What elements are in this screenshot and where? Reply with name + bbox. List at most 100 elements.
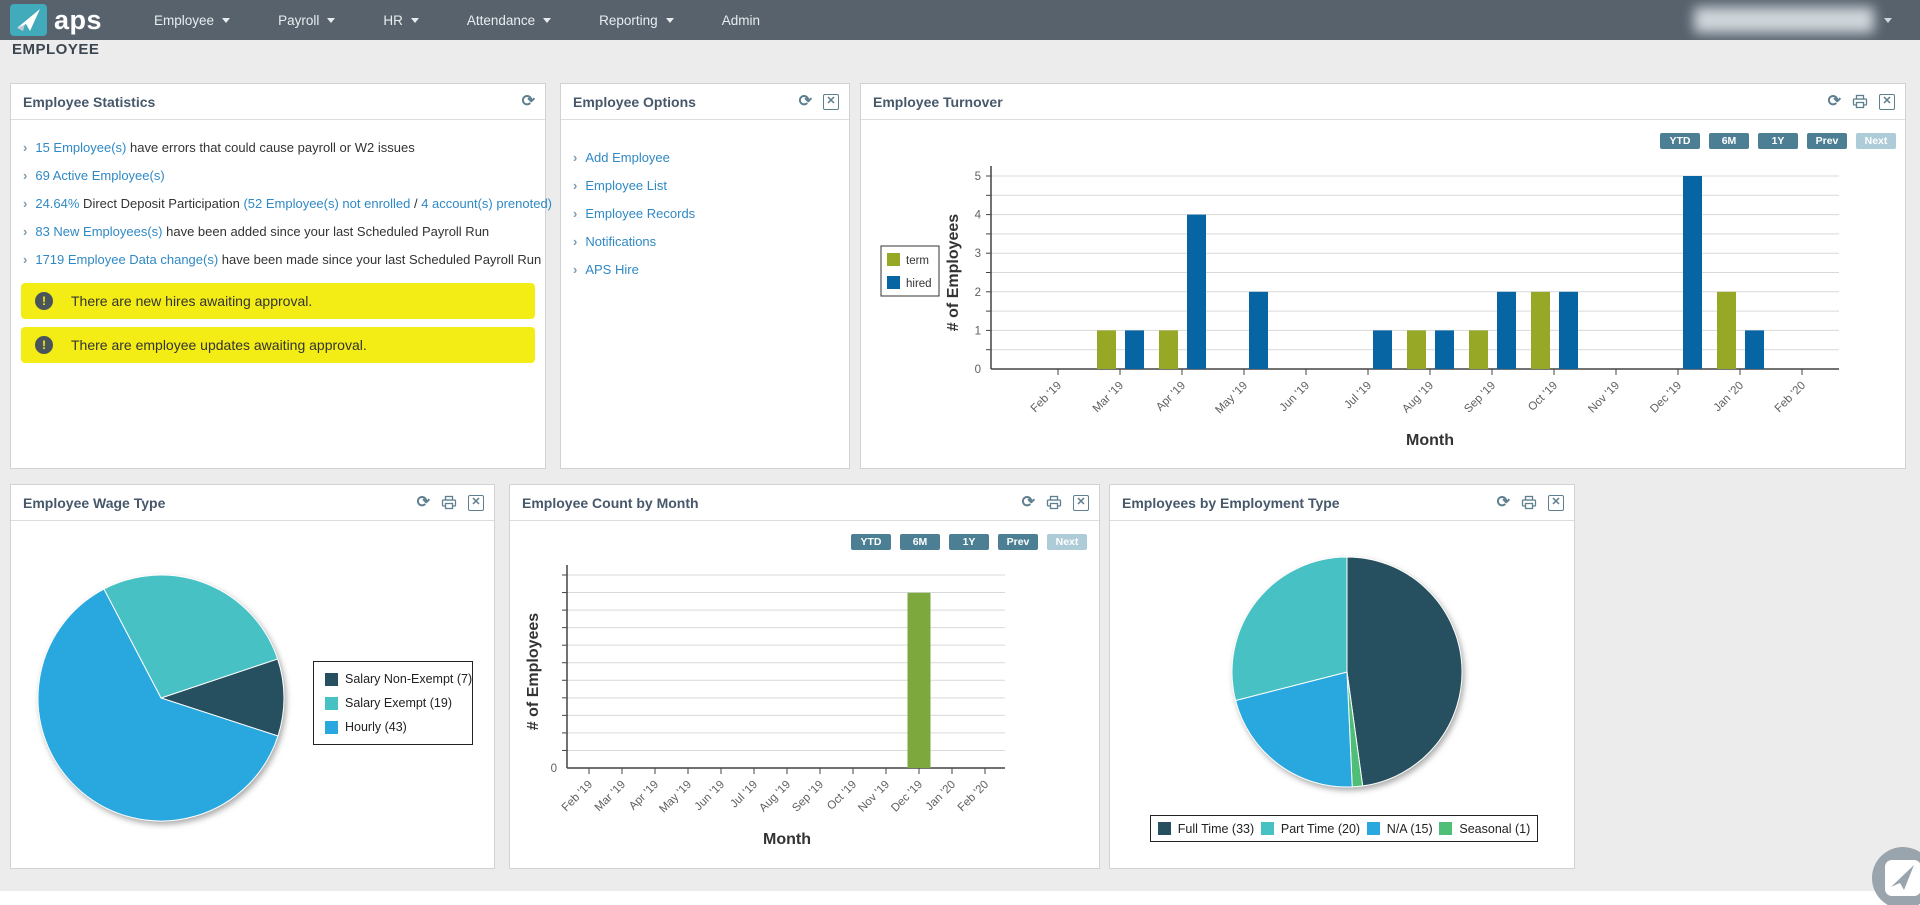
svg-text:0: 0 bbox=[551, 763, 557, 775]
svg-text:Month: Month bbox=[1406, 432, 1454, 449]
chevron-right-icon: › bbox=[23, 168, 27, 183]
stat-link[interactable]: 83 New Employees(s) bbox=[35, 224, 162, 239]
legend-item[interactable]: N/A (15) bbox=[1367, 822, 1433, 836]
nav-item-attendance[interactable]: Attendance bbox=[443, 0, 575, 40]
option-link[interactable]: APS Hire bbox=[585, 262, 638, 277]
print-icon[interactable] bbox=[441, 495, 457, 510]
svg-text:Aug '19: Aug '19 bbox=[757, 779, 793, 815]
nav-menu: Employee Payroll HR Attendance Reporting… bbox=[130, 0, 784, 40]
stat-link[interactable]: 24.64% bbox=[35, 196, 79, 211]
print-icon[interactable] bbox=[1521, 495, 1537, 510]
bar-term bbox=[1407, 330, 1426, 369]
print-icon[interactable] bbox=[1046, 495, 1062, 510]
legend-item[interactable]: Salary Non-Exempt (7) bbox=[325, 672, 461, 686]
option-item: › Notifications bbox=[561, 228, 849, 256]
aps-floating-logo[interactable] bbox=[1870, 845, 1920, 905]
employment-type-legend: Full Time (33) Part Time (20) N/A (15) Seas… bbox=[1150, 815, 1538, 842]
option-link[interactable]: Employee List bbox=[585, 178, 667, 193]
legend-label: N/A (15) bbox=[1387, 822, 1433, 836]
nav-item-payroll[interactable]: Payroll bbox=[254, 0, 359, 40]
close-icon[interactable]: ✕ bbox=[1879, 94, 1895, 110]
bar-term bbox=[1097, 330, 1116, 369]
svg-text:1: 1 bbox=[975, 325, 981, 337]
stat-link[interactable]: 15 Employee(s) bbox=[35, 140, 126, 155]
option-link[interactable]: Notifications bbox=[585, 234, 656, 249]
svg-text:Feb '20: Feb '20 bbox=[1773, 380, 1808, 415]
brand-text: aps bbox=[54, 0, 102, 40]
svg-text:Jun '19: Jun '19 bbox=[1278, 380, 1312, 414]
refresh-icon[interactable]: ⟳ bbox=[417, 495, 430, 511]
svg-text:Dec '19: Dec '19 bbox=[889, 779, 925, 815]
legend-swatch[interactable] bbox=[887, 253, 900, 266]
svg-text:# of Employees: # of Employees bbox=[945, 214, 962, 331]
stat-link[interactable]: 1719 Employee Data change(s) bbox=[35, 252, 218, 267]
legend-label: Salary Exempt (19) bbox=[345, 696, 452, 710]
aps-logo-icon bbox=[10, 4, 47, 36]
nav-item-employee[interactable]: Employee bbox=[130, 0, 254, 40]
legend-item[interactable]: hired bbox=[906, 278, 932, 290]
pie-slice[interactable] bbox=[1347, 557, 1462, 786]
refresh-icon[interactable]: ⟳ bbox=[1022, 495, 1035, 511]
refresh-icon[interactable]: ⟳ bbox=[1828, 94, 1841, 110]
nav-item-reporting[interactable]: Reporting bbox=[575, 0, 698, 40]
legend-swatch[interactable] bbox=[887, 276, 900, 289]
chevron-down-icon bbox=[543, 18, 551, 23]
stat-item: ›24.64% Direct Deposit Participation (52… bbox=[11, 190, 545, 218]
statistics-list: ›15 Employee(s) have errors that could c… bbox=[11, 120, 545, 274]
close-icon[interactable]: ✕ bbox=[1073, 495, 1089, 511]
chevron-down-icon bbox=[411, 18, 419, 23]
svg-text:Mar '19: Mar '19 bbox=[593, 779, 628, 814]
options-list: ›Add Employee›Employee List›Employee Rec… bbox=[561, 120, 849, 284]
panel-header: Employee Wage Type ⟳ ✕ bbox=[11, 485, 494, 521]
app-root: aps Employee Payroll HR Attendance Repor… bbox=[0, 0, 1920, 905]
chevron-right-icon: › bbox=[23, 196, 27, 211]
legend-item[interactable]: Hourly (43) bbox=[325, 720, 461, 734]
stat-link[interactable]: 69 Active Employee(s) bbox=[35, 168, 164, 183]
bar-hired bbox=[1745, 330, 1764, 369]
refresh-icon[interactable]: ⟳ bbox=[1497, 495, 1510, 511]
nav-item-admin[interactable]: Admin bbox=[698, 0, 784, 40]
option-link[interactable]: Employee Records bbox=[585, 206, 695, 221]
brand-logo[interactable]: aps bbox=[10, 0, 102, 40]
legend-item[interactable]: Part Time (20) bbox=[1261, 822, 1360, 836]
stat-text: have been added since your last Schedule… bbox=[163, 224, 490, 239]
option-item: ›Employee Records bbox=[561, 200, 849, 228]
bar-term bbox=[1159, 330, 1178, 369]
nav-item-hr[interactable]: HR bbox=[359, 0, 443, 40]
svg-text:Sep '19: Sep '19 bbox=[1462, 380, 1498, 416]
svg-text:Jan '20: Jan '20 bbox=[1712, 380, 1746, 414]
svg-text:Month: Month bbox=[763, 831, 811, 848]
chevron-right-icon: › bbox=[573, 234, 577, 249]
bar-hired bbox=[1683, 176, 1702, 369]
approval-alert: ! There are employee updates awaiting app… bbox=[21, 327, 535, 363]
refresh-icon[interactable]: ⟳ bbox=[522, 94, 535, 110]
svg-text:Jul '19: Jul '19 bbox=[1342, 380, 1374, 412]
svg-text:Nov '19: Nov '19 bbox=[1586, 380, 1622, 416]
legend-item[interactable]: term bbox=[906, 255, 929, 267]
print-icon[interactable] bbox=[1852, 94, 1868, 109]
exclamation-icon: ! bbox=[35, 336, 53, 354]
panel-employee-count-by-month: Employee Count by Month ⟳ ✕ YTD 6M 1Y Pr… bbox=[509, 484, 1100, 869]
svg-text:Feb '19: Feb '19 bbox=[560, 779, 595, 814]
user-menu[interactable] bbox=[1694, 4, 1904, 36]
legend-item[interactable]: Seasonal (1) bbox=[1439, 822, 1530, 836]
legend-item[interactable]: Full Time (33) bbox=[1158, 822, 1254, 836]
close-icon[interactable]: ✕ bbox=[1548, 495, 1564, 511]
legend-swatch bbox=[325, 697, 338, 710]
close-icon[interactable]: ✕ bbox=[823, 94, 839, 110]
option-link[interactable]: Add Employee bbox=[585, 150, 670, 165]
legend-item[interactable]: Salary Exempt (19) bbox=[325, 696, 461, 710]
legend-swatch bbox=[325, 721, 338, 734]
svg-text:4: 4 bbox=[975, 210, 982, 222]
close-icon[interactable]: ✕ bbox=[468, 495, 484, 511]
svg-text:0: 0 bbox=[975, 364, 981, 376]
panel-header: Employee Turnover ⟳ ✕ bbox=[861, 84, 1905, 120]
chevron-right-icon: › bbox=[23, 224, 27, 239]
refresh-icon[interactable]: ⟳ bbox=[799, 94, 812, 110]
legend-label: Hourly (43) bbox=[345, 720, 407, 734]
alert-text: There are employee updates awaiting appr… bbox=[71, 337, 367, 353]
legend-swatch bbox=[1439, 822, 1452, 835]
svg-text:Aug '19: Aug '19 bbox=[1400, 380, 1436, 416]
stat-link[interactable]: 4 account(s) prenoted) bbox=[421, 196, 552, 211]
stat-link[interactable]: (52 Employee(s) not enrolled bbox=[243, 196, 410, 211]
